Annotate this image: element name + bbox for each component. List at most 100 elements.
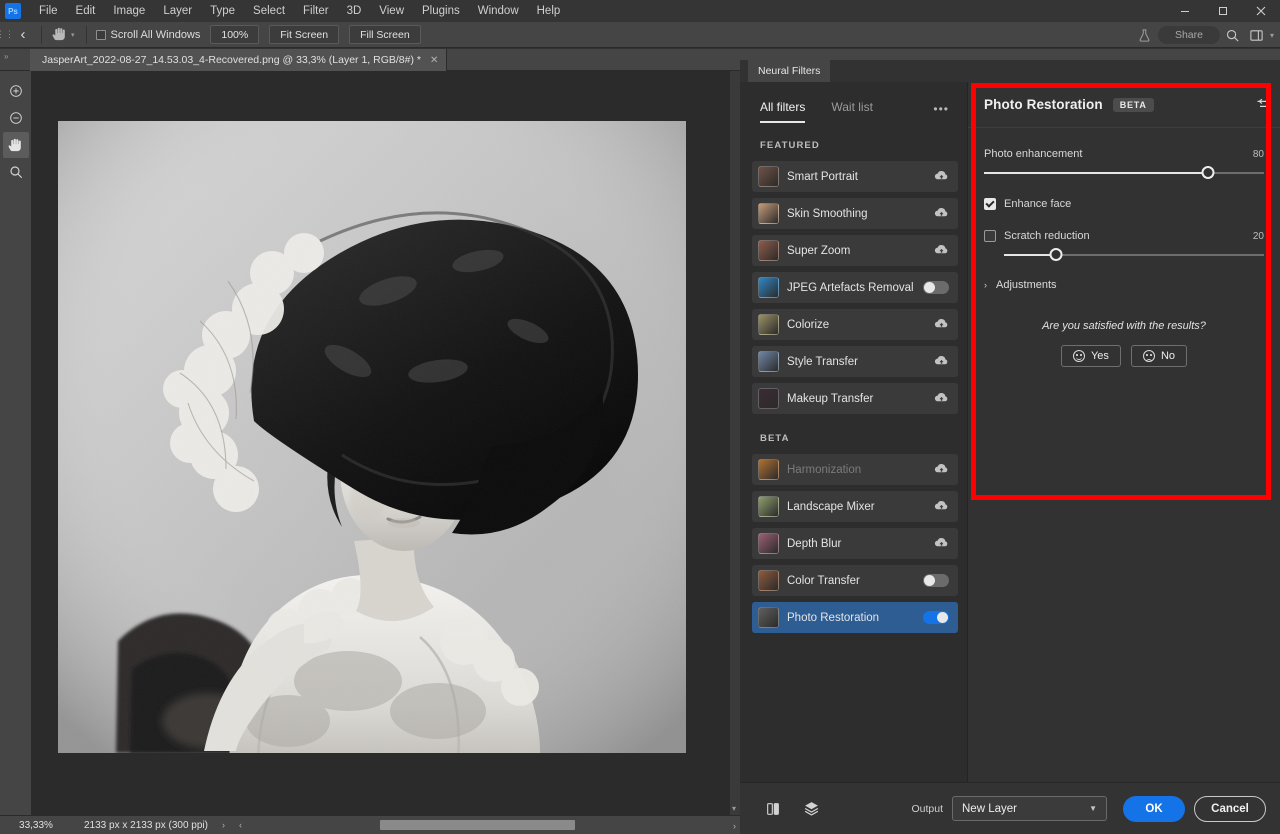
photo-enhancement-value: 80 xyxy=(1253,149,1264,160)
filter-thumbnail-icon xyxy=(758,607,779,628)
scroll-all-windows-checkbox[interactable]: Scroll All Windows xyxy=(96,29,201,41)
share-button[interactable]: Share xyxy=(1158,26,1220,44)
workspace-icon[interactable] xyxy=(1246,24,1268,46)
menu-file[interactable]: File xyxy=(30,2,67,20)
filter-item-skin-smoothing[interactable]: Skin Smoothing xyxy=(752,198,958,229)
output-dropdown[interactable]: New Layer ▼ xyxy=(952,796,1107,821)
zoom-level[interactable]: 33,33% xyxy=(0,820,72,831)
menu-edit[interactable]: Edit xyxy=(67,2,105,20)
cloud-download-icon[interactable] xyxy=(934,390,949,408)
filter-toggle[interactable] xyxy=(923,574,949,587)
slider-fill xyxy=(1004,254,1056,256)
menu-filter[interactable]: Filter xyxy=(294,2,338,20)
flask-icon[interactable] xyxy=(1134,24,1156,46)
menu-type[interactable]: Type xyxy=(201,2,244,20)
cloud-download-icon[interactable] xyxy=(934,242,949,260)
scrollbar-thumb[interactable] xyxy=(380,820,575,830)
menu-window[interactable]: Window xyxy=(469,2,528,20)
cloud-download-icon[interactable] xyxy=(934,168,949,186)
cloud-download-icon[interactable] xyxy=(934,498,949,516)
expand-panels-icon[interactable]: » xyxy=(4,52,8,61)
zoom-in-tool-icon[interactable] xyxy=(3,78,29,104)
back-arrow-icon[interactable]: ‹ xyxy=(10,22,36,48)
fit-screen-button[interactable]: Fit Screen xyxy=(269,25,339,44)
filter-item-landscape-mixer[interactable]: Landscape Mixer xyxy=(752,491,958,522)
enhance-face-checkbox[interactable]: Enhance face xyxy=(984,198,1264,210)
cancel-button[interactable]: Cancel xyxy=(1194,796,1266,822)
close-button[interactable] xyxy=(1242,0,1280,22)
document-tab[interactable]: JasperArt_2022-08-27_14.53.03_4-Recovere… xyxy=(30,49,447,71)
zoom-out-tool-icon[interactable] xyxy=(3,105,29,131)
scratch-reduction-checkbox[interactable]: Scratch reduction xyxy=(984,230,1090,242)
canvas-horizontal-scrollbar[interactable] xyxy=(380,819,710,831)
cloud-download-icon[interactable] xyxy=(934,316,949,334)
maximize-button[interactable] xyxy=(1204,0,1242,22)
ok-button[interactable]: OK xyxy=(1123,796,1185,822)
split-preview-icon[interactable] xyxy=(760,796,786,822)
menu-layer[interactable]: Layer xyxy=(154,2,201,20)
magnifier-tool-icon[interactable] xyxy=(3,159,29,185)
document-dimensions: 2133 px x 2133 px (300 ppi) xyxy=(84,820,208,831)
cloud-download-icon[interactable] xyxy=(934,205,949,223)
status-next-icon[interactable]: › xyxy=(222,820,225,830)
document-canvas[interactable] xyxy=(58,121,686,753)
minimize-button[interactable] xyxy=(1166,0,1204,22)
filter-item-depth-blur[interactable]: Depth Blur xyxy=(752,528,958,559)
status-prev-icon[interactable]: ‹ xyxy=(239,820,242,830)
status-end-icon[interactable]: › xyxy=(733,821,736,831)
zoom-100-button[interactable]: 100% xyxy=(210,25,259,44)
filter-item-jpeg-artefacts-removal[interactable]: JPEG Artefacts Removal xyxy=(752,272,958,303)
fill-screen-button[interactable]: Fill Screen xyxy=(349,25,421,44)
filter-item-super-zoom[interactable]: Super Zoom xyxy=(752,235,958,266)
filter-item-color-transfer[interactable]: Color Transfer xyxy=(752,565,958,596)
tab-neural-filters[interactable]: Neural Filters xyxy=(748,60,830,82)
cloud-download-icon[interactable] xyxy=(934,353,949,371)
hand-tool-icon[interactable] xyxy=(47,24,71,46)
filter-item-colorize[interactable]: Colorize xyxy=(752,309,958,340)
menu-select[interactable]: Select xyxy=(244,2,294,20)
chevron-down-icon[interactable]: ▾ xyxy=(1270,31,1274,40)
filter-toggle[interactable] xyxy=(923,611,949,624)
search-icon[interactable] xyxy=(1222,24,1244,46)
options-drag-handle[interactable]: ⋮⋮ xyxy=(0,22,10,48)
feedback-no-button[interactable]: No xyxy=(1131,345,1187,367)
filter-item-makeup-transfer[interactable]: Makeup Transfer xyxy=(752,383,958,414)
close-icon[interactable]: ✕ xyxy=(430,55,438,66)
feedback-yes-button[interactable]: Yes xyxy=(1061,345,1121,367)
adjustments-section[interactable]: › Adjustments xyxy=(984,279,1264,291)
menu-view[interactable]: View xyxy=(370,2,413,20)
menu-3d[interactable]: 3D xyxy=(338,2,371,20)
scroll-down-icon[interactable]: ▾ xyxy=(732,804,736,813)
slider-handle[interactable] xyxy=(1050,248,1063,261)
adjustments-row[interactable]: › Adjustments xyxy=(984,279,1264,291)
cloud-download-icon[interactable] xyxy=(934,461,949,479)
menu-image[interactable]: Image xyxy=(104,2,154,20)
canvas-vertical-scrollbar[interactable]: ▾ xyxy=(730,71,740,815)
filter-name: JPEG Artefacts Removal xyxy=(787,282,923,294)
hand-tool-icon[interactable] xyxy=(3,132,29,158)
filter-item-photo-restoration[interactable]: Photo Restoration xyxy=(752,602,958,633)
reset-icon[interactable] xyxy=(1255,97,1270,115)
slider-handle[interactable] xyxy=(1202,166,1215,179)
menu-plugins[interactable]: Plugins xyxy=(413,2,469,20)
filter-item-style-transfer[interactable]: Style Transfer xyxy=(752,346,958,377)
layers-icon[interactable] xyxy=(798,796,824,822)
canvas-area[interactable]: ▾ xyxy=(32,71,740,815)
filter-toggle[interactable] xyxy=(923,281,949,294)
scratch-reduction-control: Scratch reduction 20 xyxy=(984,230,1264,262)
filter-item-smart-portrait[interactable]: Smart Portrait xyxy=(752,161,958,192)
tab-wait-list[interactable]: Wait list xyxy=(831,100,873,121)
tab-all-filters[interactable]: All filters xyxy=(760,100,805,123)
filter-list-tabs: All filters Wait list xyxy=(760,100,873,123)
filter-item-harmonization[interactable]: Harmonization xyxy=(752,454,958,485)
filter-name: Color Transfer xyxy=(787,575,923,587)
chevron-right-icon[interactable]: › xyxy=(984,280,987,290)
chevron-down-icon: ▼ xyxy=(1089,804,1097,813)
photo-enhancement-slider[interactable] xyxy=(984,166,1264,180)
tool-preset-chevron-icon[interactable]: ▾ xyxy=(71,31,75,39)
cloud-download-icon[interactable] xyxy=(934,535,949,553)
filter-options-menu-icon[interactable]: ••• xyxy=(933,102,949,116)
scratch-reduction-slider[interactable] xyxy=(1004,248,1264,262)
menu-help[interactable]: Help xyxy=(528,2,570,20)
neural-filters-tabstrip: Neural Filters xyxy=(740,60,1280,82)
